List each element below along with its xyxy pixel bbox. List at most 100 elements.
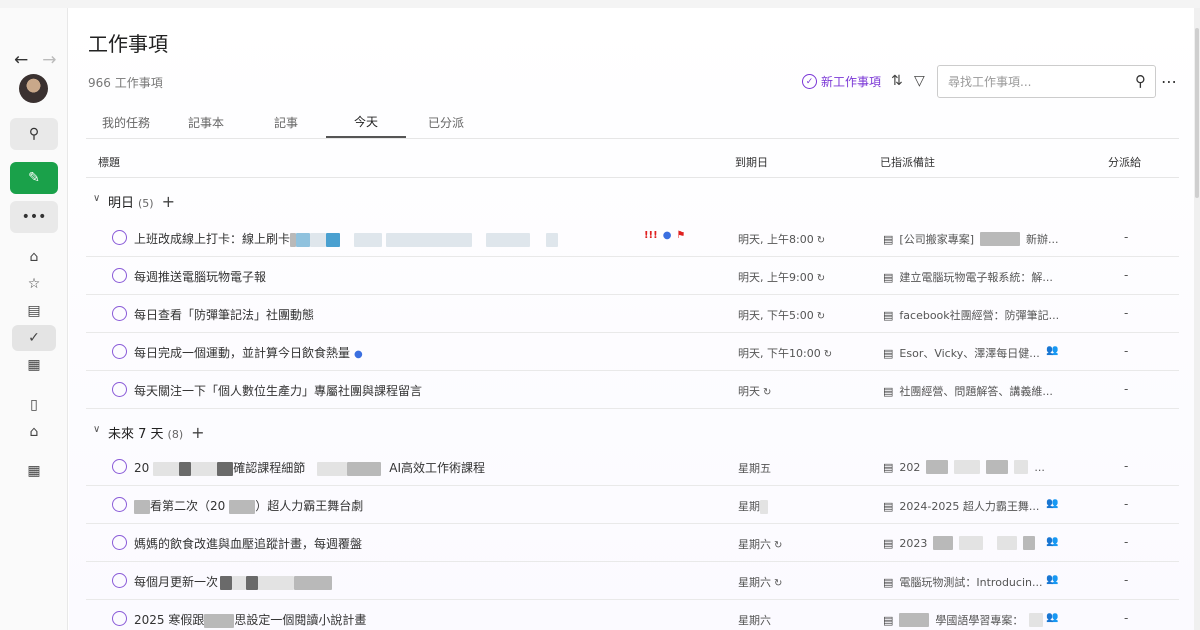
column-assign[interactable]: 分派給: [1108, 154, 1141, 170]
due-date[interactable]: 星期六: [738, 612, 771, 628]
repeat-icon: ↻: [763, 387, 772, 398]
due-date[interactable]: 明天, 上午8:00: [738, 233, 814, 246]
avatar[interactable]: [19, 74, 48, 103]
table-row[interactable]: 20 確認課程細節 AI高效工作術課程 星期五 ▤ 202... -: [86, 448, 1179, 486]
assignee[interactable]: -: [1124, 268, 1128, 282]
table-row[interactable]: 每日完成一個運動，並計算今日飲食熱量 ● 明天, 下午10:00 ↻ ▤ Esor、V…: [86, 333, 1179, 371]
chevron-down-icon[interactable]: ∨: [93, 424, 100, 435]
group-name: 明日: [108, 196, 135, 211]
page-title: 工作事項: [88, 32, 168, 56]
more-button[interactable]: •••: [10, 201, 58, 233]
note-icon: ▤: [883, 384, 894, 398]
tab-assigned[interactable]: 已分派: [406, 106, 486, 138]
due-date[interactable]: 明天, 上午9:00: [738, 271, 814, 284]
tab-my-tasks[interactable]: 我的任務: [86, 106, 166, 138]
more-options-icon[interactable]: ⋯: [1161, 72, 1178, 91]
due-date[interactable]: 星期六: [738, 576, 771, 589]
reminder-bell-icon[interactable]: ●: [663, 230, 672, 241]
repeat-icon: ↻: [774, 540, 783, 551]
column-note[interactable]: 已指派備註: [880, 154, 935, 170]
note-link[interactable]: 學國語學習專案：: [935, 612, 1023, 628]
table-row[interactable]: 每週推送電腦玩物電子報 明天, 上午9:00 ↻ ▤ 建立電腦玩物電子報系統：解..…: [86, 257, 1179, 295]
task-checkbox[interactable]: [112, 535, 127, 550]
due-date[interactable]: 星期: [738, 500, 760, 513]
task-checkbox[interactable]: [112, 344, 127, 359]
table-row[interactable]: 每天關注一下「個人數位生產力」專屬社團與課程留言 明天 ↻ ▤ 社團經營、問題解答、…: [86, 371, 1179, 409]
table-row[interactable]: 看第二次（20 ）超人力霸王舞台劇 星期 ▤ 2024-2025 超人力霸王舞...…: [86, 486, 1179, 524]
new-task-label: 新工作事項: [821, 75, 882, 89]
tab-today[interactable]: 今天: [326, 106, 406, 138]
more-icon: •••: [21, 209, 47, 225]
task-checkbox[interactable]: [112, 306, 127, 321]
search-button[interactable]: ⚲: [10, 118, 58, 150]
table-row[interactable]: 媽媽的飲食改進與血壓追蹤計畫，每週覆盤 星期六 ↻ ▤ 2023 👥 -: [86, 524, 1179, 562]
search-input[interactable]: [938, 66, 1118, 97]
note-link[interactable]: 建立電腦玩物電子報系統：解...: [899, 269, 1053, 285]
note-link[interactable]: 電腦玩物測試：Introducin...: [899, 574, 1042, 590]
note-link[interactable]: Esor、Vicky、澤澤每日健...: [899, 345, 1039, 361]
chevron-down-icon[interactable]: ∨: [93, 193, 100, 204]
task-checkbox[interactable]: [112, 382, 127, 397]
task-checkbox[interactable]: [112, 459, 127, 474]
assignee[interactable]: -: [1124, 230, 1128, 244]
task-checkbox[interactable]: [112, 611, 127, 626]
column-title[interactable]: 標題: [98, 154, 120, 170]
task-checkbox[interactable]: [112, 497, 127, 512]
star-icon[interactable]: ☆: [12, 271, 56, 297]
filter-icon[interactable]: ▽: [914, 73, 925, 89]
assignee[interactable]: -: [1124, 344, 1128, 358]
task-checkbox[interactable]: [112, 230, 127, 245]
tasks-icon[interactable]: ✓: [12, 325, 56, 351]
note-link[interactable]: [公司搬家專案]: [899, 231, 974, 247]
forward-arrow-icon[interactable]: →: [42, 50, 56, 70]
column-due[interactable]: 到期日: [735, 154, 768, 170]
notes-icon[interactable]: ▤: [12, 298, 56, 324]
tab-notebooks[interactable]: 記事本: [166, 106, 246, 138]
tab-notes[interactable]: 記事: [246, 106, 326, 138]
add-task-icon[interactable]: +: [162, 192, 175, 211]
assignee[interactable]: -: [1124, 497, 1128, 511]
notebook-icon[interactable]: ▯: [12, 392, 56, 418]
note-link[interactable]: facebook社團經營：防彈筆記...: [899, 307, 1059, 323]
table-row[interactable]: 2025 寒假跟 思設定一個閱讀小說計畫 星期六 ▤ 學國語學習專案： 👥 -: [86, 600, 1179, 630]
group-header[interactable]: ∨ 明日 (5) +: [86, 185, 1179, 221]
new-task-button[interactable]: ✓ 新工作事項: [802, 73, 881, 90]
assignee[interactable]: -: [1124, 459, 1128, 473]
due-date[interactable]: 明天: [738, 385, 760, 398]
note-link[interactable]: 2024-2025 超人力霸王舞...: [899, 498, 1039, 514]
add-task-icon[interactable]: +: [191, 423, 204, 442]
back-arrow-icon[interactable]: ←: [14, 50, 28, 70]
flag-icon[interactable]: ⚑: [676, 230, 685, 241]
tag-icon[interactable]: ⌂: [12, 419, 56, 445]
sort-icon[interactable]: ⇅: [891, 73, 903, 89]
assignee[interactable]: -: [1124, 535, 1128, 549]
due-date[interactable]: 星期五: [738, 460, 771, 476]
table-row[interactable]: 每個月更新一次 星期六 ↻ ▤ 電腦玩物測試：Introducin... 👥 -: [86, 562, 1179, 600]
group-header[interactable]: ∨ 未來 7 天 (8) +: [86, 416, 1179, 452]
assignee[interactable]: -: [1124, 611, 1128, 625]
group-count: (8): [167, 428, 184, 441]
table-row[interactable]: 每日查看「防彈筆記法」社團動態 明天, 下午5:00 ↻ ▤ facebook社團經…: [86, 295, 1179, 333]
assignee[interactable]: -: [1124, 306, 1128, 320]
task-title-part: 20: [134, 461, 150, 475]
home-icon[interactable]: ⌂: [12, 244, 56, 270]
reminder-bell-icon[interactable]: ●: [354, 349, 363, 360]
repeat-icon: ↻: [816, 235, 826, 246]
note-link[interactable]: 2023: [899, 537, 927, 550]
note-link[interactable]: 社團經營、問題解答、講義維...: [899, 383, 1053, 399]
task-checkbox[interactable]: [112, 573, 127, 588]
task-title: 每週推送電腦玩物電子報: [134, 270, 267, 284]
due-date[interactable]: 明天, 下午10:00: [738, 347, 821, 360]
new-note-button[interactable]: ✎: [10, 162, 58, 194]
task-checkbox[interactable]: [112, 268, 127, 283]
calendar-icon[interactable]: ▦: [12, 352, 56, 378]
assignee[interactable]: -: [1124, 382, 1128, 396]
apps-icon[interactable]: ▦: [12, 458, 56, 484]
due-date[interactable]: 星期六: [738, 538, 771, 551]
note-link[interactable]: 202: [899, 461, 920, 474]
table-row[interactable]: 上班改成線上打卡：線上刷卡 !!! ● ⚑ 明天, 上午8:00 ↻ ▤ [公司搬家…: [86, 219, 1179, 257]
search-icon[interactable]: ⚲: [1135, 72, 1146, 90]
assignee[interactable]: -: [1124, 573, 1128, 587]
due-date[interactable]: 明天, 下午5:00: [738, 309, 814, 322]
scrollbar[interactable]: [1194, 8, 1200, 630]
